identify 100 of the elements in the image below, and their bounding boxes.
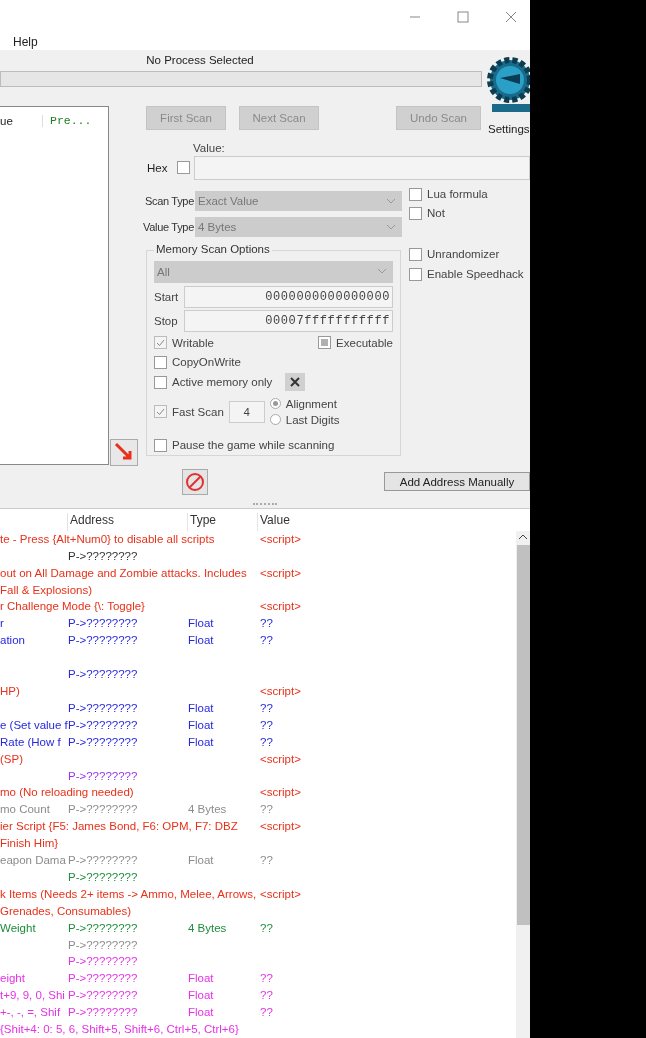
address-cell-text: P->???????? [68, 734, 139, 750]
add-to-list-button[interactable] [110, 439, 138, 466]
writable-checkbox[interactable] [154, 336, 167, 350]
value-input-field[interactable] [194, 156, 530, 180]
executable-checkbox[interactable] [318, 336, 332, 350]
option-label: Enable Speedhack [427, 268, 524, 281]
value-cell-text: ?? [259, 920, 273, 936]
address-cell-text: P->???????? [68, 1005, 139, 1021]
address-cell-text: P->???????? [68, 633, 139, 649]
fast-scan-checkbox[interactable] [154, 405, 167, 419]
description-cell-text: mo (No reloading needed) [0, 785, 135, 801]
description-cell-text: Weight [0, 920, 37, 936]
description-cell-text: HP) [0, 683, 21, 699]
option-label: Unrandomizer [427, 248, 500, 261]
type-cell-text: Float [188, 853, 215, 869]
address-cell-text: P->???????? [68, 853, 139, 869]
radio-button[interactable] [269, 414, 281, 426]
description-cell-text: r Challenge Mode {\: Toggle} [0, 599, 146, 615]
settings-link[interactable]: Settings [488, 123, 530, 135]
option-checkbox[interactable] [409, 207, 422, 220]
description-cell-text: t+9, 9, 0, Shi [0, 988, 66, 1004]
option-label: Lua formula [427, 188, 488, 201]
value-cell-text: <script> [259, 819, 301, 835]
checkmark-icon [155, 337, 166, 349]
column-header[interactable]: Address [68, 512, 188, 531]
hex-checkbox[interactable] [177, 161, 190, 175]
type-cell-text: Float [188, 633, 215, 649]
add-address-button[interactable]: Add Address Manually [384, 472, 530, 492]
scrollbar-thumb[interactable] [516, 544, 530, 925]
value-cell-text: <script> [259, 565, 301, 581]
caret-icon [386, 198, 396, 204]
type-cell-text: 4 Bytes [188, 802, 228, 818]
address-cell-text: P->???????? [68, 667, 139, 683]
value-cell-text: <script> [259, 751, 301, 767]
description-cell-text: te - Press {Alt+Num0} to disable all scripts [0, 531, 216, 547]
active-memory-checkbox[interactable] [154, 375, 167, 389]
close-icon[interactable] [505, 11, 517, 23]
value-cell-text: <script> [259, 886, 301, 902]
radio-label: Alignment [285, 397, 337, 410]
address-cell-text: P->???????? [68, 988, 139, 1004]
column-header[interactable]: ue [0, 115, 43, 127]
description-cell-text: {Shit+4: 0: 5, 6, Shift+5, Shift+6, Ctrl+5, Ctrl+6} [0, 1022, 240, 1038]
hex-label: Hex [147, 162, 169, 174]
value-cell-text: ?? [259, 802, 273, 818]
fast-scan-field[interactable]: 4 [228, 400, 265, 423]
radio-label: Last Digits [285, 413, 340, 426]
description-cell-text: (SP) [0, 751, 24, 767]
description-cell-text: eapon Dama [0, 853, 67, 869]
value-cell-text: <script> [259, 531, 301, 547]
type-cell-text: Float [188, 734, 215, 750]
type-cell-text: Float [188, 1005, 215, 1021]
description-cell-text: Rate (How f [0, 734, 62, 750]
clear-button[interactable] [285, 373, 306, 392]
value-type-label: Value Type [141, 221, 194, 233]
x-icon [290, 377, 301, 388]
pause-checkbox[interactable] [154, 438, 167, 452]
address-cell-text: P->???????? [68, 717, 139, 733]
description-cell-text: e (Set value f [0, 717, 68, 733]
stop-button[interactable] [182, 469, 208, 495]
arrow-icon [114, 442, 134, 463]
column-header[interactable]: Value [258, 512, 530, 531]
column-header[interactable]: Pre... [43, 114, 92, 128]
menu-item[interactable]: Help [13, 35, 38, 49]
radio-button[interactable] [269, 398, 281, 410]
value-cell-text: ?? [259, 734, 273, 750]
value-cell-text: ?? [259, 633, 273, 649]
description-cell-text: k Items (Needs 2+ items -> Ammo, Melee, Arrows, Grenades, Consumables) [0, 886, 258, 919]
process-status: No Process Selected [145, 54, 255, 68]
value-cell-text: ?? [259, 853, 273, 869]
group-title: Memory Scan Options [154, 243, 272, 255]
copy-on-write-checkbox[interactable] [154, 355, 167, 369]
value-cell-text: <script> [259, 599, 301, 615]
option-checkbox[interactable] [409, 268, 422, 281]
description-cell-text: ation [0, 633, 26, 649]
option-label: Not [427, 207, 445, 220]
start-address-field[interactable]: 0000000000000000 [184, 286, 393, 309]
value-cell-text: ?? [259, 717, 273, 733]
value-label: Value: [193, 142, 226, 156]
address-cell-text: P->???????? [68, 920, 139, 936]
caret-icon [377, 268, 387, 274]
splitter-grip[interactable] [253, 502, 277, 507]
value-cell-text: ?? [259, 616, 273, 632]
option-checkbox[interactable] [409, 248, 422, 261]
scrollbar[interactable] [516, 530, 530, 1038]
maximize-icon[interactable] [457, 11, 469, 23]
address-cell-text: P->???????? [68, 616, 139, 632]
address-cell-text: P->???????? [68, 700, 139, 716]
value-cell-text: <script> [259, 683, 301, 699]
pause-label: Pause the game while scanning [172, 439, 335, 452]
type-cell-text: Float [188, 988, 215, 1004]
value-cell-text: ?? [259, 988, 273, 1004]
value-cell-text: ?? [259, 700, 273, 716]
type-cell-text: Float [188, 616, 215, 632]
address-cell-text: P->???????? [68, 971, 139, 987]
writable-label: Writable [172, 336, 214, 349]
stop-address-field[interactable]: 00007fffffffffff [184, 310, 393, 333]
address-cell-text: P->???????? [68, 937, 139, 953]
option-checkbox[interactable] [409, 188, 422, 201]
column-header[interactable]: Type [188, 512, 258, 531]
scroll-up-icon[interactable] [518, 532, 528, 541]
